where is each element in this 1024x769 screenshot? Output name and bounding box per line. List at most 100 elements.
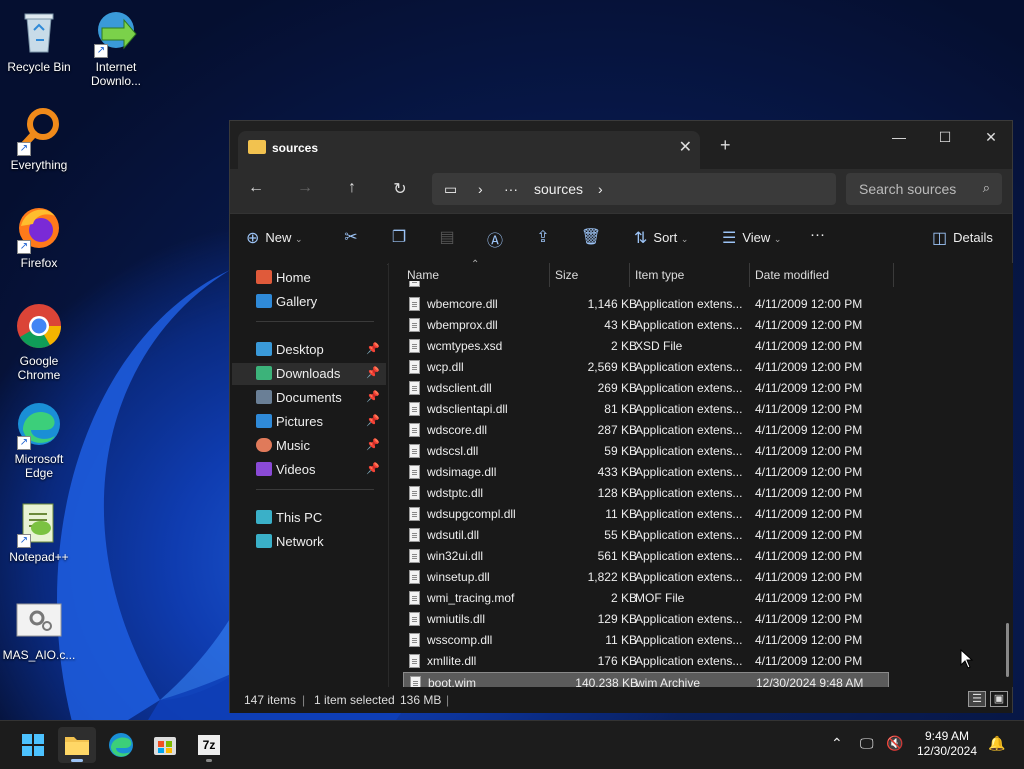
table-row[interactable]: wcmtypes.xsd 2 KB XSD File 4/11/2009 12:00 … [403, 336, 889, 357]
search-box[interactable]: Search sources ⌕ [846, 173, 1002, 205]
rename-icon[interactable]: Ⓐ [484, 227, 506, 251]
breadcrumb-sources[interactable]: sources [534, 181, 583, 197]
share-icon[interactable]: ⇪ [532, 227, 554, 247]
table-row[interactable]: wdstptc.dll 128 KB Application extens... 4/… [403, 483, 889, 504]
table-row-partial[interactable] [403, 281, 889, 289]
status-separator: | [446, 693, 450, 707]
desktop-icon-google-chrome[interactable]: Google Chrome [1, 302, 77, 382]
desktop-icon-firefox[interactable]: ↗ Firefox [1, 204, 77, 270]
more-options-button[interactable]: ··· [810, 226, 825, 243]
forward-arrow-icon[interactable]: → [293, 179, 317, 197]
desktop-icon-internet-download-manager[interactable]: ↗ Internet Downlo... [78, 8, 154, 88]
chevron-up-icon[interactable]: ⌃ [831, 735, 843, 752]
minimize-button[interactable]: — [884, 129, 914, 145]
breadcrumb-ellipsis[interactable]: ··· [504, 181, 518, 197]
file-size: 11 KB [605, 633, 637, 647]
sidebar-item-videos[interactable]: Videos 📌 [232, 459, 386, 481]
sidebar-item-music[interactable]: Music 📌 [232, 435, 386, 457]
table-row[interactable]: wmi_tracing.mof 2 KB MOF File 4/11/2009 12:… [403, 588, 889, 609]
refresh-icon[interactable]: ↻ [388, 179, 412, 199]
table-row[interactable]: wmiutils.dll 129 KB Application extens... 4… [403, 609, 889, 630]
sidebar-item-this-pc[interactable]: This PC [232, 507, 386, 529]
table-row[interactable]: wbemprox.dll 43 KB Application extens... 4/… [403, 315, 889, 336]
table-row[interactable]: wbemcore.dll 1,146 KB Application extens..… [403, 294, 889, 315]
desktop-icon-everything[interactable]: ↗ Everything [1, 106, 77, 172]
notification-bell-icon[interactable]: 🔔 [988, 735, 1005, 752]
edge-icon: ↗ [15, 400, 63, 450]
sidebar-item-pictures[interactable]: Pictures 📌 [232, 411, 386, 433]
copy-icon[interactable]: ❐ [388, 227, 410, 247]
chevron-right-icon: › [598, 181, 603, 197]
pin-icon[interactable]: 📌 [366, 366, 380, 379]
table-row[interactable]: wsscomp.dll 11 KB Application extens... 4/1… [403, 630, 889, 651]
pin-icon[interactable]: 📌 [366, 414, 380, 427]
file-icon [409, 423, 420, 437]
start-button[interactable] [14, 727, 52, 763]
table-row[interactable]: wcp.dll 2,569 KB Application extens... 4/11… [403, 357, 889, 378]
table-row[interactable]: wdscore.dll 287 KB Application extens... 4/… [403, 420, 889, 441]
column-divider[interactable] [893, 263, 894, 287]
pin-icon[interactable]: 📌 [366, 342, 380, 355]
edge-icon [109, 733, 133, 757]
desktop-icon-microsoft-edge[interactable]: ↗ Microsoft Edge [1, 400, 77, 480]
sidebar-item-desktop[interactable]: Desktop 📌 [232, 339, 386, 361]
taskbar-file-explorer[interactable] [58, 727, 96, 763]
file-date: 4/11/2009 12:00 PM [755, 465, 863, 479]
sidebar-item-downloads[interactable]: Downloads 📌 [232, 363, 386, 385]
desktop-icon-mas-aio[interactable]: MAS_AIO.c... [1, 596, 77, 662]
pin-icon[interactable]: 📌 [366, 438, 380, 451]
taskbar-7zip[interactable]: 7z [190, 727, 228, 763]
close-tab-icon[interactable]: ✕ [679, 137, 692, 157]
volume-muted-icon[interactable]: 🔇 [886, 735, 903, 752]
file-type: Application extens... [635, 654, 743, 668]
table-row[interactable]: win32ui.dll 561 KB Application extens... 4/… [403, 546, 889, 567]
file-icon [409, 281, 420, 287]
search-input[interactable]: Search sources [859, 181, 956, 197]
taskbar-edge[interactable] [102, 727, 140, 763]
details-view-icon[interactable]: ☰ [968, 691, 986, 707]
taskbar-microsoft-store[interactable] [146, 727, 184, 763]
table-row[interactable]: wdsclientapi.dll 81 KB Application extens.… [403, 399, 889, 420]
desktop-icon-notepad-plus-plus[interactable]: ↗ Notepad++ [1, 498, 77, 564]
system-clock[interactable]: 9:49 AM 12/30/2024 [912, 729, 982, 759]
tab-sources[interactable]: sources ✕ [238, 131, 700, 169]
table-row[interactable]: wdsutil.dll 55 KB Application extens... 4/1… [403, 525, 889, 546]
address-bar[interactable]: ▭ › ··· sources › [432, 173, 836, 205]
cut-icon[interactable]: ✂ [340, 227, 362, 247]
file-date: 4/11/2009 12:00 PM [755, 402, 863, 416]
pin-icon[interactable]: 📌 [366, 390, 380, 403]
close-window-button[interactable]: ✕ [976, 129, 1006, 146]
table-row[interactable]: xmllite.dll 176 KB Application extens... 4/… [403, 651, 889, 672]
table-row[interactable]: wdsupgcompl.dll 11 KB Application extens..… [403, 504, 889, 525]
sort-button[interactable]: ⇅ Sort ⌄ [634, 228, 688, 248]
table-row[interactable]: winsetup.dll 1,822 KB Application extens..… [403, 567, 889, 588]
new-tab-button[interactable]: + [720, 135, 731, 156]
videos-icon [256, 462, 272, 476]
table-row[interactable]: wdscsl.dll 59 KB Application extens... 4/11… [403, 441, 889, 462]
new-button[interactable]: ⊕ New ⌄ [246, 228, 303, 248]
view-button[interactable]: ☰ View ⌄ [722, 228, 781, 248]
table-row[interactable]: wdsimage.dll 433 KB Application extens... 4… [403, 462, 889, 483]
up-arrow-icon[interactable]: ↑ [340, 179, 364, 197]
file-icon [409, 591, 420, 605]
sidebar-item-documents[interactable]: Documents 📌 [232, 387, 386, 409]
sidebar-item-gallery[interactable]: Gallery [232, 291, 386, 313]
pin-icon[interactable]: 📌 [366, 462, 380, 475]
sidebar-item-network[interactable]: Network [232, 531, 386, 553]
vertical-scrollbar[interactable] [1006, 623, 1009, 677]
file-size: 43 KB [604, 318, 637, 332]
mouse-cursor-icon [960, 649, 974, 669]
maximize-button[interactable]: ☐ [930, 129, 960, 146]
running-indicator [206, 759, 212, 762]
network-icon[interactable]: 🖵 [860, 735, 874, 752]
sidebar-item-home[interactable]: Home [232, 267, 386, 289]
navigation-bar: ← → ↑ ↻ ▭ › ··· sources › Search sources… [230, 169, 1012, 213]
tiles-view-icon[interactable]: ▣ [990, 691, 1008, 707]
back-arrow-icon[interactable]: ← [244, 179, 268, 197]
desktop-icon-recycle-bin[interactable]: Recycle Bin [1, 8, 77, 74]
table-row[interactable]: wdsclient.dll 269 KB Application extens...… [403, 378, 889, 399]
details-pane-button[interactable]: ◫ Details [932, 228, 993, 248]
delete-icon[interactable]: 🗑 [580, 227, 602, 247]
file-size: 1,822 KB [587, 570, 637, 584]
paste-icon[interactable]: ▤ [436, 227, 458, 247]
